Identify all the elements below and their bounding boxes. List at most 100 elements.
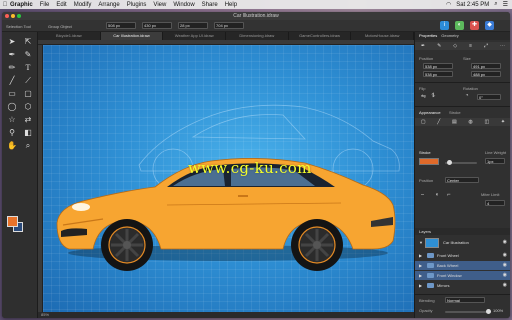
disclosure-icon[interactable]: ▶ bbox=[419, 251, 422, 260]
visibility-eye-icon[interactable]: ◉ bbox=[503, 251, 507, 260]
zoom-tool-icon[interactable]: ⌕ bbox=[21, 140, 35, 151]
star-icon[interactable]: ☆ bbox=[5, 114, 19, 125]
size-h-field[interactable]: 488 px bbox=[471, 71, 501, 77]
rotation-dial-icon[interactable]: ◔ bbox=[465, 93, 469, 99]
menu-arrange[interactable]: Arrange bbox=[98, 2, 119, 8]
library-icon[interactable]: ✚ bbox=[470, 21, 479, 30]
miter-limit-field[interactable]: 4 bbox=[485, 200, 505, 206]
layer-row[interactable]: ▶ Mirrors ◉ bbox=[415, 281, 510, 290]
slider-knob[interactable] bbox=[486, 309, 491, 314]
position-y-field[interactable]: 538 px bbox=[423, 71, 453, 77]
hand-icon[interactable]: ✋ bbox=[5, 140, 19, 151]
visibility-eye-icon[interactable]: ◉ bbox=[503, 238, 507, 247]
tab-bicycle[interactable]: Bicycle1.idraw bbox=[38, 32, 101, 40]
menu-plugins[interactable]: Plugins bbox=[127, 2, 147, 8]
wifi-icon[interactable]: ◠ bbox=[446, 1, 451, 8]
close-icon[interactable] bbox=[5, 14, 9, 18]
menu-share[interactable]: Share bbox=[202, 2, 218, 8]
effects-icon[interactable]: ✦ bbox=[501, 119, 505, 125]
menu-modify[interactable]: Modify bbox=[74, 2, 92, 8]
inner-shadow-icon[interactable]: ◫ bbox=[484, 119, 489, 125]
zoom-level[interactable]: 85% bbox=[41, 312, 49, 317]
notification-icon[interactable]: ☰ bbox=[503, 1, 508, 8]
disclosure-icon[interactable]: ▶ bbox=[419, 281, 422, 290]
cap-icon[interactable]: ◖ bbox=[435, 192, 439, 198]
polygon-icon[interactable]: ⬡ bbox=[21, 101, 35, 112]
select-arrow-icon[interactable]: ➤ bbox=[5, 36, 19, 47]
layers-icon[interactable]: ◆ bbox=[485, 21, 494, 30]
slider-knob[interactable] bbox=[447, 160, 452, 165]
tab-properties[interactable]: Properties bbox=[419, 32, 437, 40]
zoom-icon[interactable] bbox=[17, 14, 21, 18]
eyedropper-icon[interactable]: ⚲ bbox=[5, 127, 19, 138]
stroke-position-select[interactable]: Center bbox=[445, 177, 479, 183]
menu-help[interactable]: Help bbox=[225, 2, 237, 8]
rounded-rect-icon[interactable]: ▢ bbox=[21, 88, 35, 99]
size-w-field[interactable]: 491 px bbox=[471, 63, 501, 69]
apple-icon[interactable]:  bbox=[0, 2, 10, 8]
foreground-color-swatch[interactable] bbox=[7, 216, 18, 227]
spotlight-icon[interactable]: ⌕ bbox=[494, 1, 497, 8]
layer-row[interactable]: ▶ Front Window ◉ bbox=[415, 271, 510, 280]
layer-row[interactable]: ▼ Car Illustration ◉ bbox=[415, 236, 510, 250]
car-illustration[interactable] bbox=[43, 45, 414, 312]
menu-window[interactable]: Window bbox=[173, 2, 194, 8]
opacity-slider[interactable] bbox=[445, 309, 491, 314]
styles-icon[interactable]: ◐ bbox=[455, 21, 464, 30]
pen-icon[interactable]: ✒ bbox=[5, 49, 19, 60]
line-weight-field[interactable]: 1px bbox=[485, 158, 505, 164]
position-x-field[interactable]: 538 px bbox=[423, 63, 453, 69]
tab-geometry[interactable]: Geometry bbox=[441, 32, 459, 40]
more-option-icon[interactable]: ⋯ bbox=[500, 43, 505, 49]
menu-app-name[interactable]: Graphic bbox=[10, 2, 33, 8]
line-weight-slider[interactable] bbox=[445, 160, 477, 165]
pencil-icon[interactable]: ✏ bbox=[5, 62, 19, 73]
align-option-icon[interactable]: ≡ bbox=[469, 43, 472, 49]
h-field[interactable]: 704 px bbox=[214, 22, 244, 29]
pen-option-icon[interactable]: ✒ bbox=[421, 43, 425, 49]
direct-select-icon[interactable]: ⇱ bbox=[21, 36, 35, 47]
shadow-icon[interactable]: ▤ bbox=[452, 119, 457, 125]
y-field[interactable]: 430 px bbox=[142, 22, 172, 29]
tab-game-controllers[interactable]: GameControllers.idraw bbox=[289, 32, 352, 40]
visibility-eye-icon[interactable]: ◉ bbox=[503, 281, 507, 290]
tab-weather-app[interactable]: Weather App UI.idraw bbox=[163, 32, 227, 40]
stroke-color-swatch[interactable] bbox=[419, 158, 439, 165]
stroke-tab-label[interactable]: Stroke bbox=[449, 110, 461, 115]
gradient-icon[interactable]: ◧ bbox=[21, 127, 35, 138]
menu-edit[interactable]: Edit bbox=[56, 2, 66, 8]
tab-dimensioning[interactable]: Dimensioning.idraw bbox=[226, 32, 289, 40]
connector-icon[interactable]: ⇄ bbox=[21, 114, 35, 125]
line-icon[interactable]: ╱ bbox=[5, 75, 19, 86]
flip-vertical-icon[interactable]: ⥮ bbox=[431, 93, 435, 100]
ellipse-icon[interactable]: ◯ bbox=[5, 101, 19, 112]
fill-icon[interactable]: ▢ bbox=[421, 119, 426, 125]
info-icon[interactable]: i bbox=[440, 21, 449, 30]
visibility-eye-icon[interactable]: ◉ bbox=[503, 261, 507, 270]
rotation-field[interactable]: 0° bbox=[477, 94, 501, 100]
canvas[interactable]: www.cg-ku.com bbox=[43, 45, 414, 312]
rectangle-icon[interactable]: ▭ bbox=[5, 88, 19, 99]
menu-view[interactable]: View bbox=[153, 2, 166, 8]
disclosure-icon[interactable]: ▶ bbox=[419, 271, 422, 280]
clock[interactable]: Sat 2:45 PM bbox=[456, 2, 489, 8]
brush-option-icon[interactable]: ✎ bbox=[437, 43, 441, 49]
brush-icon[interactable]: ✎ bbox=[21, 49, 35, 60]
transform-option-icon[interactable]: ⤢ bbox=[484, 43, 488, 49]
layer-row[interactable]: ▶ Back Wheel ◉ bbox=[415, 261, 510, 270]
menu-file[interactable]: File bbox=[40, 2, 50, 8]
x-field[interactable]: 508 px bbox=[106, 22, 136, 29]
stroke-style-icon[interactable]: ⎯ bbox=[421, 192, 424, 199]
shape-option-icon[interactable]: ◇ bbox=[453, 43, 457, 49]
visibility-eye-icon[interactable]: ◉ bbox=[503, 271, 507, 280]
knife-icon[interactable]: ⟋ bbox=[21, 75, 35, 86]
disclosure-icon[interactable]: ▶ bbox=[419, 261, 422, 270]
tab-motors-house[interactable]: MotorsHouse.idraw bbox=[351, 32, 415, 40]
w-field[interactable]: 28 px bbox=[178, 22, 208, 29]
join-icon[interactable]: ⌐ bbox=[447, 192, 451, 198]
text-icon[interactable]: T bbox=[21, 62, 35, 73]
layer-row[interactable]: ▶ Front Wheel ◉ bbox=[415, 251, 510, 260]
minimize-icon[interactable] bbox=[11, 14, 15, 18]
blending-select[interactable]: Normal bbox=[445, 297, 485, 303]
flip-horizontal-icon[interactable]: ⇋ bbox=[421, 93, 426, 100]
